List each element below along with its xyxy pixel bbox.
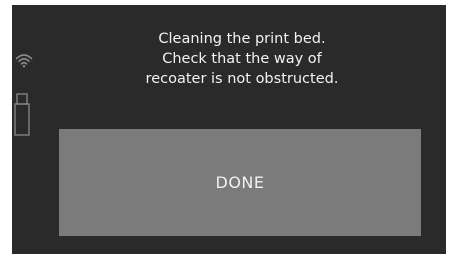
message-line: Cleaning the print bed.	[158, 31, 326, 47]
done-button[interactable]: DONE	[59, 129, 421, 236]
status-message: Cleaning the print bed. Check that the w…	[72, 29, 412, 89]
usb-drive-icon	[14, 93, 30, 136]
message-line: Check that the way of	[162, 51, 322, 67]
message-line: recoater is not obstructed.	[145, 71, 339, 87]
printer-screen: Cleaning the print bed. Check that the w…	[12, 5, 446, 254]
wifi-icon	[15, 54, 33, 68]
